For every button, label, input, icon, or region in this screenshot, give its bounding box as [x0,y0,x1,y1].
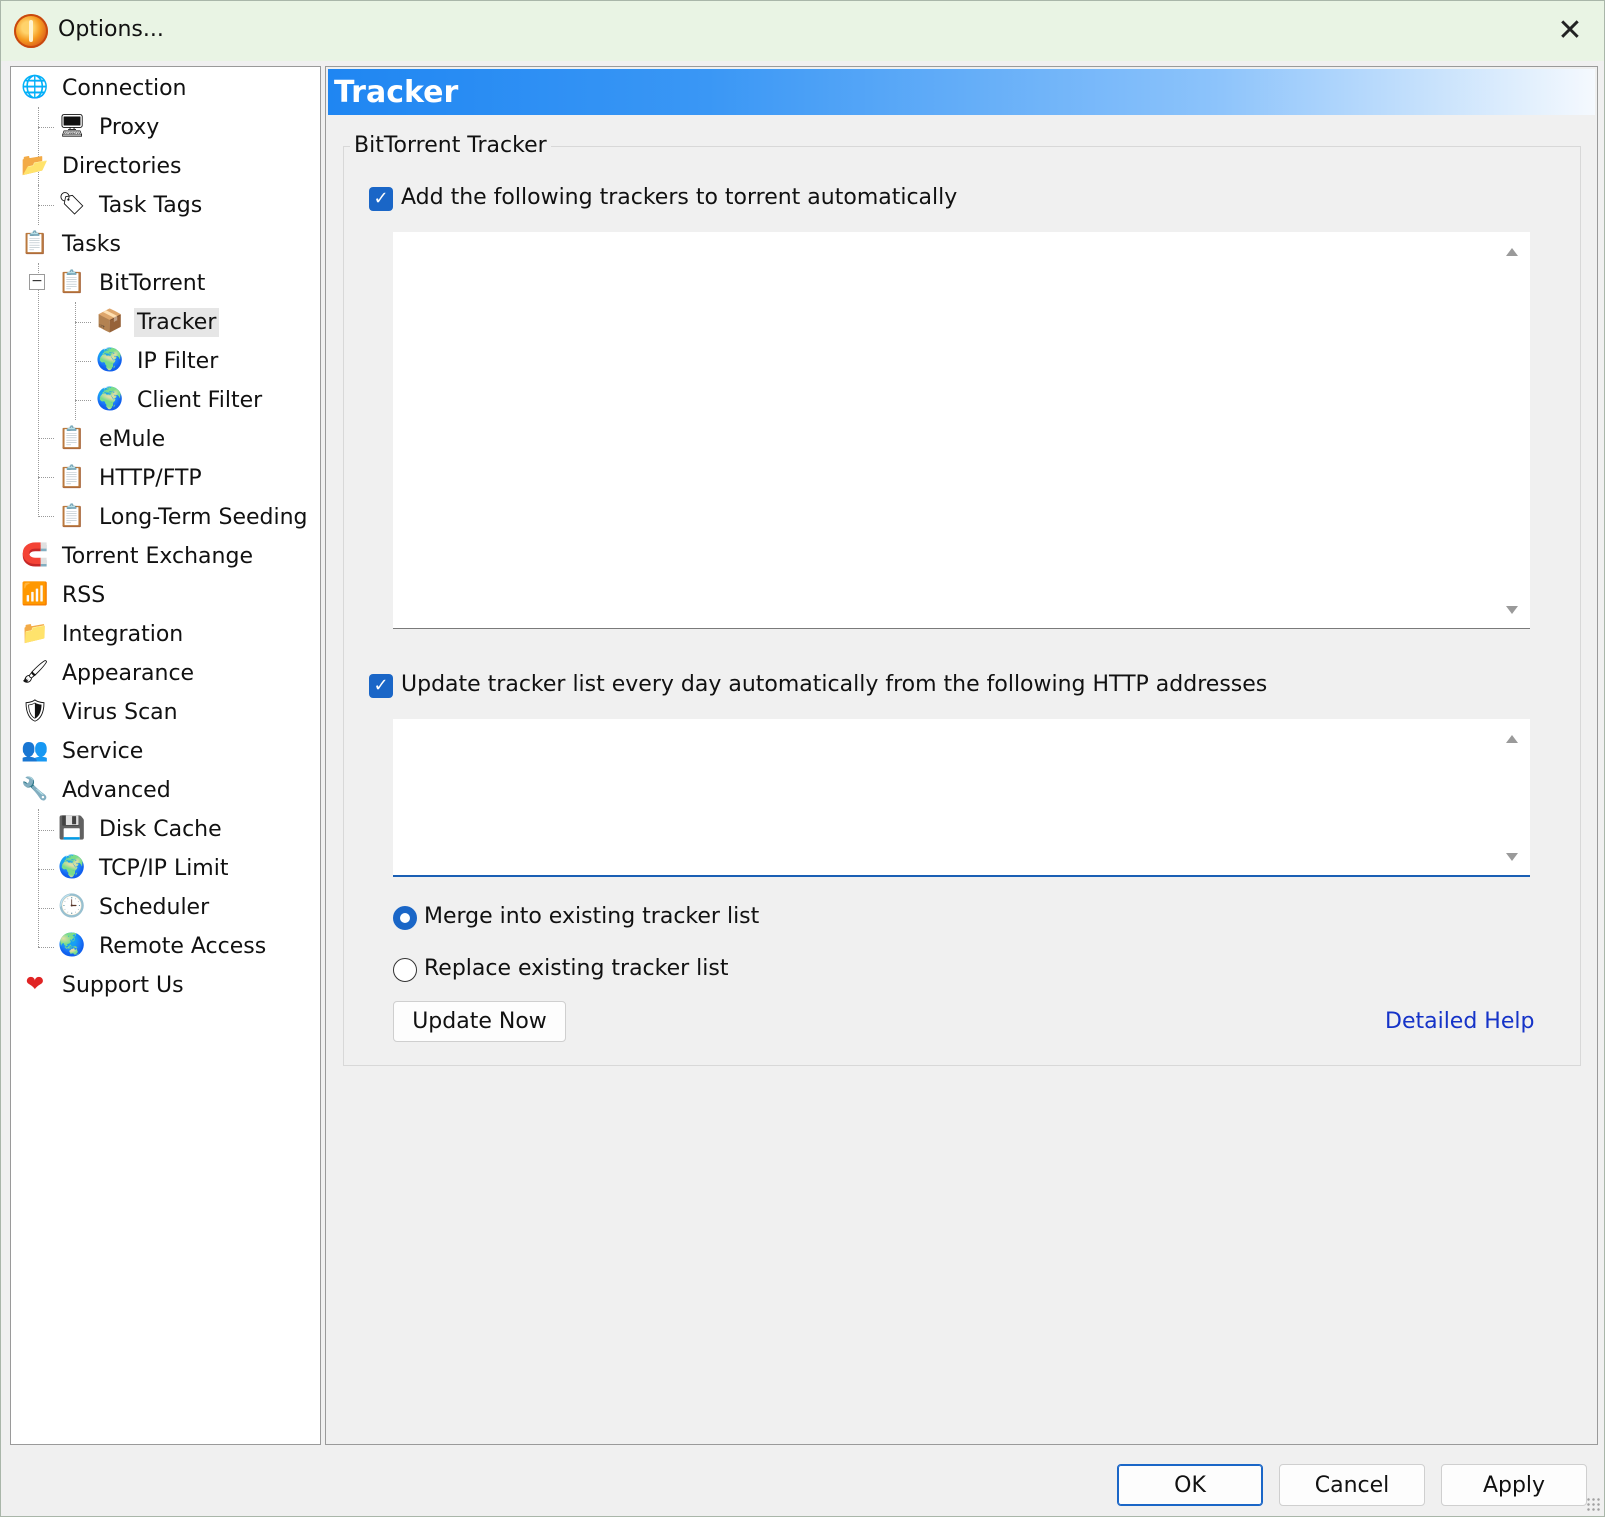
tree-item-tasks[interactable]: 📋 Tasks [20,227,124,261]
clipboard-check-icon: 📋 [21,231,49,256]
tree-item-ip-filter[interactable]: 🌍 IP Filter [95,344,221,378]
tree-item-advanced[interactable]: 🔧 Advanced [20,773,174,807]
tree-item-long-term-seeding[interactable]: 📋 Long-Term Seeding [57,500,311,534]
heart-icon: ❤ [25,972,45,997]
tree-item-remote-access[interactable]: 🌏 Remote Access [57,929,269,963]
update-list-label: Update tracker list every day automatica… [401,672,1268,697]
ok-button[interactable]: OK [1117,1464,1263,1506]
tag-icon: 🏷 [58,192,86,217]
resize-grip-icon[interactable] [1586,1497,1600,1511]
trackers-textarea[interactable] [393,232,1530,629]
globe-filter-icon: 🌍 [96,387,124,412]
tree-item-rss[interactable]: 📶 RSS [20,578,108,612]
add-trackers-checkbox[interactable]: ✓ [369,187,393,211]
tree-item-support-us[interactable]: ❤ Support Us [20,968,187,1002]
window-title: Options... [58,17,164,42]
clipboard-check-icon: 📋 [58,504,86,529]
users-icon: 👥 [21,738,49,763]
close-icon[interactable]: ✕ [1551,11,1589,49]
title-bar: Options... ✕ [1,1,1604,61]
merge-radio[interactable] [393,906,417,930]
scroll-down-icon[interactable] [1506,606,1518,614]
tree-item-integration[interactable]: 📁 Integration [20,617,186,651]
folder-open-icon: 📂 [21,153,49,178]
tree-item-emule[interactable]: 📋 eMule [57,422,168,456]
tree-item-task-tags[interactable]: 🏷 Task Tags [57,188,205,222]
tree-item-appearance[interactable]: 🖌 Appearance [20,656,197,690]
replace-radio[interactable] [393,958,417,982]
cube-icon: 📦 [96,309,124,334]
appearance-icon: 🖌 [21,660,49,685]
tree-item-torrent-exchange[interactable]: 🧲 Torrent Exchange [20,539,256,573]
globe-filter-icon: 🌍 [96,348,124,373]
tree-item-tcp-ip-limit[interactable]: 🌍 TCP/IP Limit [57,851,231,885]
globe-icon: 🌍 [58,855,86,880]
scroll-up-icon[interactable] [1506,248,1518,256]
globe-icon: 🌏 [58,933,86,958]
detailed-help-link[interactable]: Detailed Help [1385,1009,1534,1034]
panel-header: Tracker [328,69,1595,115]
magnet-icon: 🧲 [21,543,49,568]
scroll-up-icon[interactable] [1506,735,1518,743]
options-tree: − 🌐 Connection 🖥 Proxy 📂 Directories 🏷 T… [10,66,321,1445]
update-now-button[interactable]: Update Now [393,1001,566,1042]
add-trackers-label: Add the following trackers to torrent au… [401,185,958,210]
tree-item-connection[interactable]: 🌐 Connection [20,71,189,105]
integration-icon: 📁 [21,621,49,646]
replace-label: Replace existing tracker list [424,956,729,981]
clipboard-check-icon: 📋 [58,465,86,490]
clipboard-check-icon: 📋 [58,426,86,451]
disk-icon: 💾 [58,816,86,841]
cancel-button[interactable]: Cancel [1279,1464,1425,1506]
tree-item-bittorrent[interactable]: 📋 BitTorrent [57,266,208,300]
panel-title: Tracker [334,75,459,110]
clipboard-check-icon: 📋 [58,270,86,295]
tree-item-directories[interactable]: 📂 Directories [20,149,185,183]
app-logo-icon [14,14,48,48]
http-addresses-textarea[interactable] [393,719,1530,877]
clock-icon: 🕒 [58,894,86,919]
globe-network-icon: 🌐 [21,75,49,100]
shield-check-icon: 🛡 [21,699,49,724]
tree-item-disk-cache[interactable]: 💾 Disk Cache [57,812,225,846]
tree-item-http-ftp[interactable]: 📋 HTTP/FTP [57,461,205,495]
monitor-network-icon: 🖥 [58,114,86,139]
advanced-icon: 🔧 [21,777,49,802]
tree-item-client-filter[interactable]: 🌍 Client Filter [95,383,265,417]
tree-item-proxy[interactable]: 🖥 Proxy [57,110,162,144]
rss-icon: 📶 [21,582,49,607]
tree-item-service[interactable]: 👥 Service [20,734,146,768]
apply-button[interactable]: Apply [1441,1464,1587,1506]
group-title: BitTorrent Tracker [350,133,551,158]
collapse-bittorrent-icon[interactable]: − [29,274,45,290]
tree-item-tracker[interactable]: 📦 Tracker [95,305,220,339]
scroll-down-icon[interactable] [1506,853,1518,861]
update-list-checkbox[interactable]: ✓ [369,674,393,698]
tree-item-scheduler[interactable]: 🕒 Scheduler [57,890,212,924]
options-window: Options... ✕ − 🌐 Connection 🖥 Proxy 📂 Di… [0,0,1605,1517]
merge-label: Merge into existing tracker list [424,904,760,929]
tree-item-virus-scan[interactable]: 🛡 Virus Scan [20,695,181,729]
